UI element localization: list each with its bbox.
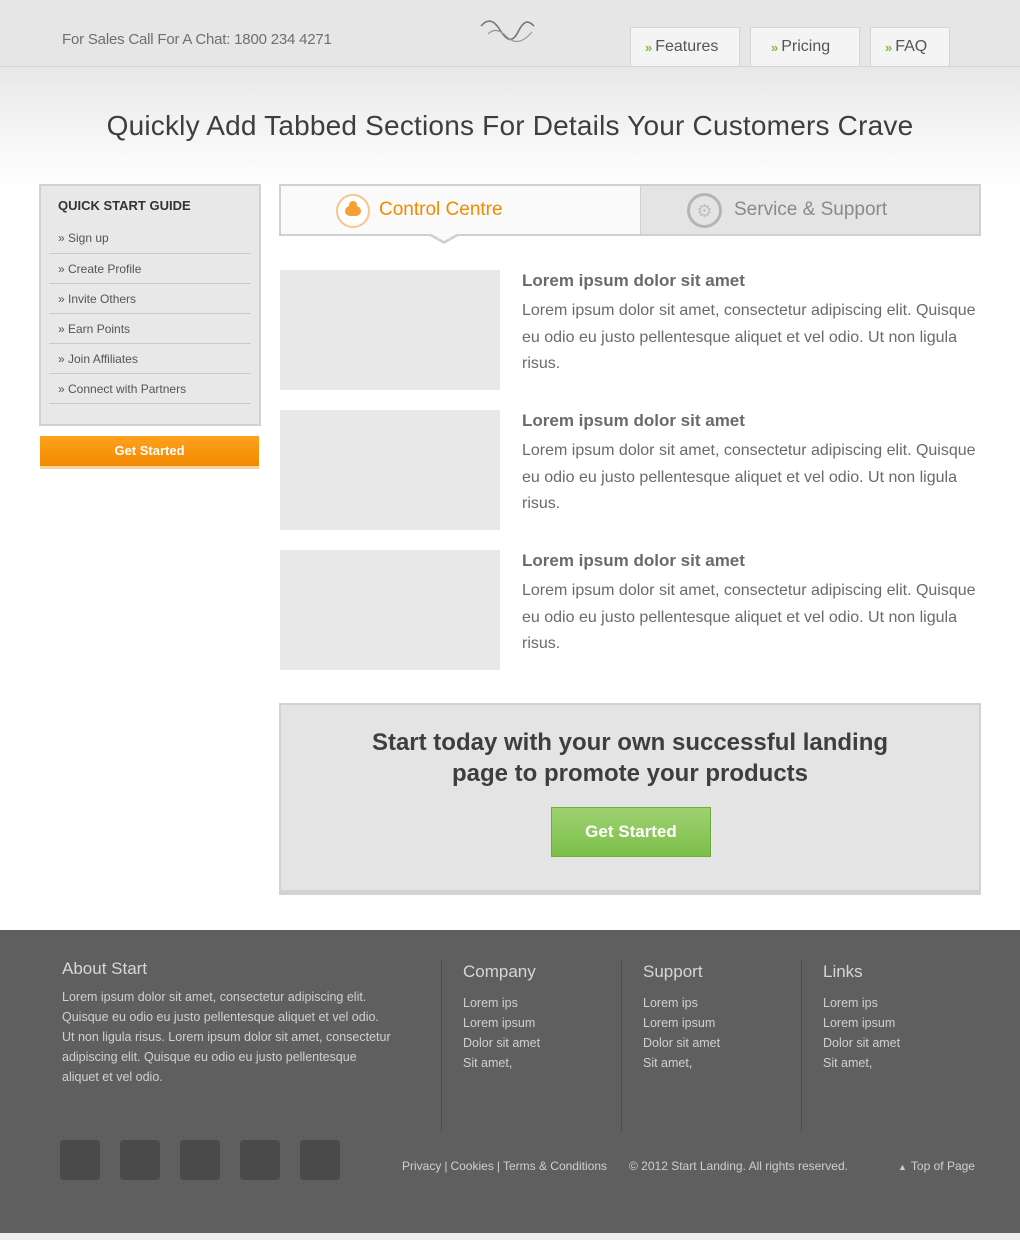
footer-column-company: Company Lorem ips Lorem ipsum Dolor sit … bbox=[441, 960, 621, 1132]
footer-link[interactable]: Dolor sit amet bbox=[823, 1033, 900, 1053]
social-icon[interactable] bbox=[60, 1140, 100, 1180]
guide-item-invite-others[interactable]: » Invite Others bbox=[49, 284, 251, 314]
footer-bottom-strip bbox=[0, 1233, 1020, 1240]
footer-link[interactable]: Lorem ips bbox=[463, 993, 540, 1013]
page-headline: Quickly Add Tabbed Sections For Details … bbox=[106, 110, 914, 141]
gear-icon: ⚙ bbox=[687, 193, 722, 228]
footer-column-title: Company bbox=[463, 962, 536, 981]
nav-faq-button[interactable]: » FAQ bbox=[870, 27, 950, 66]
guide-item-connect-partners[interactable]: » Connect with Partners bbox=[49, 374, 251, 404]
cta-heading-line-1: Start today with your own successful lan… bbox=[371, 729, 889, 756]
nav-pricing-button[interactable]: » Pricing bbox=[750, 27, 860, 66]
feature-title: Lorem ipsum dolor sit amet bbox=[522, 271, 745, 290]
footer-link[interactable]: Lorem ips bbox=[823, 993, 900, 1013]
feature-title: Lorem ipsum dolor sit amet bbox=[522, 411, 745, 430]
footer-legal-links: Privacy | Cookies | Terms & Conditions bbox=[402, 1159, 607, 1173]
cookies-link[interactable]: Cookies bbox=[450, 1159, 493, 1173]
double-chevron-icon: » bbox=[645, 39, 652, 55]
footer-link[interactable]: Sit amet, bbox=[463, 1053, 540, 1073]
cloud-icon bbox=[336, 194, 370, 228]
tab-control-centre-label: Control Centre bbox=[379, 199, 503, 220]
footer-link[interactable]: Sit amet, bbox=[643, 1053, 720, 1073]
nav-features-button[interactable]: » Features bbox=[630, 27, 740, 66]
double-chevron-icon: » bbox=[771, 39, 778, 55]
feature-image-placeholder bbox=[280, 410, 500, 530]
privacy-link[interactable]: Privacy bbox=[402, 1159, 441, 1173]
tab-service-support[interactable]: ⚙ Service & Support bbox=[641, 186, 979, 234]
sidebar-get-started-button[interactable]: Get Started bbox=[40, 436, 259, 469]
guide-title: QUICK START GUIDE bbox=[58, 198, 191, 213]
link-separator: | bbox=[496, 1159, 500, 1173]
footer-link[interactable]: Sit amet, bbox=[823, 1053, 900, 1073]
footer: About Start Lorem ipsum dolor sit amet, … bbox=[0, 930, 1020, 1233]
cta-heading: Start today with your own successful lan… bbox=[281, 727, 979, 789]
cta-heading-line-2: page to promote your products bbox=[451, 760, 808, 787]
social-icon[interactable] bbox=[180, 1140, 220, 1180]
nav-features-label: Features bbox=[655, 38, 719, 55]
tab-service-support-label: Service & Support bbox=[734, 199, 888, 220]
footer-link[interactable]: Dolor sit amet bbox=[643, 1033, 720, 1053]
top-of-page-label: Top of Page bbox=[910, 1159, 975, 1173]
feature-text: Lorem ipsum dolor sit amet, consectetur … bbox=[522, 442, 976, 512]
double-chevron-icon: » bbox=[885, 39, 892, 55]
tab-control-centre[interactable]: Control Centre bbox=[281, 186, 641, 244]
footer-about-text: Lorem ipsum dolor sit amet, consectetur … bbox=[62, 990, 391, 1084]
tab-bar: Control Centre ⚙ Service & Support bbox=[279, 184, 981, 244]
logo-icon[interactable] bbox=[478, 16, 538, 48]
feature-image-placeholder bbox=[280, 550, 500, 670]
footer-about-title: About Start bbox=[62, 959, 148, 978]
sales-phone-text: For Sales Call For A Chat: 1800 234 4271 bbox=[62, 31, 332, 48]
feature-item: Lorem ipsum dolor sit amet Lorem ipsum d… bbox=[280, 270, 980, 390]
social-icon[interactable] bbox=[240, 1140, 280, 1180]
feature-text: Lorem ipsum dolor sit amet, consectetur … bbox=[522, 302, 976, 372]
guide-item-create-profile[interactable]: » Create Profile bbox=[49, 254, 251, 284]
guide-list: » Sign up » Create Profile » Invite Othe… bbox=[49, 223, 251, 404]
top-of-page-link[interactable]: ▲ Top of Page bbox=[898, 1159, 975, 1173]
copyright-text: © 2012 Start Landing. All rights reserve… bbox=[629, 1159, 848, 1173]
quick-start-guide-panel: QUICK START GUIDE » Sign up » Create Pro… bbox=[39, 184, 261, 426]
caret-up-icon: ▲ bbox=[898, 1162, 907, 1172]
terms-link[interactable]: Terms & Conditions bbox=[503, 1159, 607, 1173]
footer-link[interactable]: Lorem ipsum bbox=[823, 1013, 900, 1033]
guide-item-earn-points[interactable]: » Earn Points bbox=[49, 314, 251, 344]
footer-link[interactable]: Dolor sit amet bbox=[463, 1033, 540, 1053]
active-tab-pointer bbox=[426, 232, 462, 244]
footer-link[interactable]: Lorem ips bbox=[643, 993, 720, 1013]
footer-link[interactable]: Lorem ipsum bbox=[643, 1013, 720, 1033]
guide-item-join-affiliates[interactable]: » Join Affiliates bbox=[49, 344, 251, 374]
cta-get-started-button[interactable]: Get Started bbox=[551, 807, 711, 857]
feature-item: Lorem ipsum dolor sit amet Lorem ipsum d… bbox=[280, 410, 980, 530]
footer-column-title: Links bbox=[823, 962, 863, 981]
footer-column-links: Links Lorem ips Lorem ipsum Dolor sit am… bbox=[801, 960, 981, 1132]
feature-item: Lorem ipsum dolor sit amet Lorem ipsum d… bbox=[280, 550, 980, 670]
link-separator: | bbox=[444, 1159, 448, 1173]
nav-pricing-label: Pricing bbox=[781, 38, 831, 55]
feature-text: Lorem ipsum dolor sit amet, consectetur … bbox=[522, 582, 976, 652]
social-icon[interactable] bbox=[120, 1140, 160, 1180]
nav-faq-label: FAQ bbox=[895, 38, 928, 55]
feature-title: Lorem ipsum dolor sit amet bbox=[522, 551, 745, 570]
feature-image-placeholder bbox=[280, 270, 500, 390]
top-bar: For Sales Call For A Chat: 1800 234 4271… bbox=[0, 0, 1020, 67]
cta-panel: Start today with your own successful lan… bbox=[279, 703, 981, 895]
footer-link[interactable]: Lorem ipsum bbox=[463, 1013, 540, 1033]
social-icon[interactable] bbox=[300, 1140, 340, 1180]
guide-item-sign-up[interactable]: » Sign up bbox=[49, 223, 251, 254]
footer-column-title: Support bbox=[643, 962, 703, 981]
footer-column-support: Support Lorem ips Lorem ipsum Dolor sit … bbox=[621, 960, 801, 1132]
